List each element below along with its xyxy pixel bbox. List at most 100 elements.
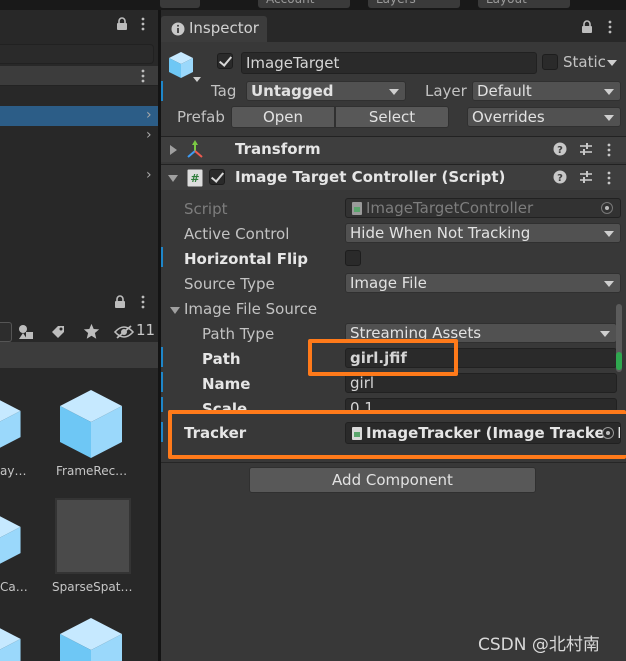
- scrollbar-thumb-accent: [616, 352, 622, 370]
- active-checkbox[interactable]: [217, 53, 233, 69]
- scene-header-row[interactable]: [0, 66, 158, 86]
- modified-indicator: [161, 422, 163, 442]
- cube-icon[interactable]: [0, 616, 22, 661]
- script-component-header[interactable]: # Image Target Controller (Script) ?: [161, 164, 626, 190]
- horizontal-flip-checkbox[interactable]: [345, 250, 361, 266]
- source-type-value: Image File: [350, 274, 427, 292]
- script-label: Script: [184, 200, 228, 218]
- asset-label: FrameRec…: [56, 464, 128, 478]
- layer-dropdown[interactable]: Default: [472, 81, 621, 101]
- tag-dropdown[interactable]: Untagged: [246, 81, 406, 101]
- help-icon[interactable]: ?: [553, 170, 567, 184]
- hierarchy-search-input[interactable]: [0, 44, 154, 64]
- chevron-right-icon[interactable]: ›: [146, 108, 152, 122]
- presets-icon[interactable]: [579, 142, 593, 156]
- kebab-menu-icon[interactable]: [608, 20, 612, 34]
- component-separator: [161, 462, 626, 463]
- static-dropdown-arrow[interactable]: [607, 60, 617, 66]
- cube-icon[interactable]: [0, 388, 22, 460]
- path-type-label: Path Type: [202, 325, 275, 343]
- scene-kebab-icon[interactable]: [141, 69, 145, 83]
- inspector-tab-label: Inspector: [189, 19, 259, 37]
- filter-by-label-icon[interactable]: [50, 324, 66, 340]
- modified-indicator: [161, 372, 163, 392]
- hierarchy-row[interactable]: ›: [0, 166, 158, 186]
- object-name-field[interactable]: ImageTarget: [241, 52, 537, 74]
- transform-title: Transform: [235, 140, 321, 158]
- layers-dropdown[interactable]: Layers: [368, 0, 460, 8]
- svg-text:?: ?: [557, 145, 563, 156]
- chevron-right-icon[interactable]: ›: [146, 128, 152, 142]
- hierarchy-selected-row[interactable]: ›: [0, 106, 158, 126]
- path-highlight-box: [308, 339, 458, 376]
- info-icon: [171, 22, 185, 36]
- script-object-field[interactable]: ImageTargetController: [345, 198, 621, 218]
- hidden-packages-icon[interactable]: [114, 325, 134, 339]
- hidden-packages-count: 11: [136, 321, 156, 339]
- chevron-right-icon[interactable]: ›: [146, 168, 152, 182]
- prefab-cube-icon[interactable]: [168, 51, 194, 79]
- foldout-collapsed-icon[interactable]: [170, 145, 177, 155]
- hierarchy-row[interactable]: ›: [0, 126, 158, 146]
- kebab-menu-icon[interactable]: [607, 143, 611, 157]
- kebab-menu-icon[interactable]: [141, 295, 145, 309]
- source-type-dropdown[interactable]: Image File: [345, 273, 621, 293]
- static-label: Static: [563, 53, 606, 71]
- lock-icon[interactable]: [114, 295, 126, 309]
- blank-thumbnail[interactable]: [55, 498, 131, 574]
- source-type-label: Source Type: [184, 275, 275, 293]
- add-component-button[interactable]: Add Component: [249, 467, 536, 493]
- kebab-menu-icon[interactable]: [141, 17, 145, 31]
- active-control-label: Active Control: [184, 225, 290, 243]
- tag-label: Tag: [211, 82, 237, 100]
- static-checkbox[interactable]: [542, 54, 558, 70]
- watermark-text: CSDN @北村南: [478, 635, 600, 655]
- cube-icon[interactable]: [58, 388, 124, 460]
- chevron-down-icon: [389, 89, 399, 95]
- prefab-overrides-dropdown[interactable]: Overrides: [467, 107, 621, 127]
- project-search-input[interactable]: [0, 322, 12, 342]
- cube-icon[interactable]: [0, 504, 22, 576]
- modified-indicator: [161, 347, 163, 367]
- transform-component-header[interactable]: Transform ?: [161, 136, 626, 162]
- hierarchy-tab-bar: [0, 10, 158, 38]
- prefab-select-button[interactable]: Select: [335, 106, 449, 128]
- foldout-expanded-icon[interactable]: [170, 307, 180, 314]
- asset-label: ay…: [0, 464, 27, 478]
- presets-icon[interactable]: [579, 170, 593, 184]
- asset-label: Ca…: [0, 580, 28, 594]
- svg-text:?: ?: [557, 173, 563, 184]
- lock-icon[interactable]: [116, 17, 128, 31]
- filter-by-type-icon[interactable]: [18, 324, 34, 340]
- active-control-dropdown[interactable]: Hide When Not Tracking: [345, 223, 621, 243]
- layer-label: Layer: [425, 82, 467, 100]
- chevron-down-icon: [600, 331, 610, 337]
- kebab-menu-icon[interactable]: [607, 171, 611, 185]
- account-dropdown[interactable]: Account: [258, 0, 350, 8]
- top-bar-button-0[interactable]: [160, 0, 200, 8]
- favorite-star-icon[interactable]: [83, 323, 100, 340]
- modified-indicator: [161, 247, 163, 267]
- path-label: Path: [202, 350, 241, 368]
- component-enabled-checkbox[interactable]: [209, 169, 225, 185]
- tab-inspector[interactable]: Inspector: [161, 16, 267, 42]
- script-hash-icon: #: [187, 169, 203, 187]
- layout-dropdown[interactable]: Layout: [478, 0, 570, 8]
- project-toolbar: 11: [0, 318, 158, 344]
- image-file-source-label[interactable]: Image File Source: [184, 300, 317, 318]
- cube-icon[interactable]: [58, 616, 124, 661]
- icon-dropdown-arrow[interactable]: [193, 77, 201, 82]
- lock-icon[interactable]: [581, 20, 593, 34]
- name-input[interactable]: girl: [345, 373, 617, 393]
- chevron-down-icon: [604, 281, 614, 287]
- tag-value: Untagged: [251, 82, 334, 100]
- left-panels: › › › 11 ay… FrameRec… Ca… SparseSpat…: [0, 10, 158, 661]
- chevron-down-icon: [604, 231, 614, 237]
- layer-value: Default: [477, 82, 532, 100]
- foldout-expanded-icon[interactable]: [168, 175, 178, 182]
- prefab-open-button[interactable]: Open: [231, 106, 335, 128]
- overrides-label: Overrides: [472, 108, 545, 126]
- help-icon[interactable]: ?: [553, 142, 567, 156]
- tracker-highlight-box: [168, 410, 626, 459]
- name-label: Name: [202, 375, 251, 393]
